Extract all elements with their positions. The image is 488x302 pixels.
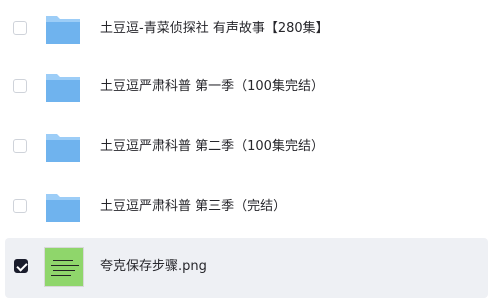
- folder-icon: [46, 16, 80, 44]
- check-icon: [15, 259, 28, 272]
- row-checkbox[interactable]: [13, 199, 27, 213]
- image-thumbnail-icon: [44, 247, 84, 287]
- folder-icon: [46, 74, 80, 102]
- file-row[interactable]: 土豆逗严肃科普 第一季（100集完结）: [0, 58, 488, 118]
- folder-icon: [46, 134, 80, 162]
- file-name[interactable]: 夸克保存步骤.png: [100, 257, 207, 277]
- file-name[interactable]: 土豆逗严肃科普 第二季（100集完结）: [100, 137, 324, 157]
- file-name[interactable]: 土豆逗-青菜侦探社 有声故事【280集】: [100, 19, 329, 39]
- file-row-selected[interactable]: 夸克保存步骤.png: [5, 238, 488, 298]
- folder-icon: [46, 194, 80, 222]
- file-name[interactable]: 土豆逗严肃科普 第一季（100集完结）: [100, 77, 324, 97]
- file-row[interactable]: 土豆逗严肃科普 第二季（100集完结）: [0, 118, 488, 178]
- file-name[interactable]: 土豆逗严肃科普 第三季（完结）: [100, 197, 286, 217]
- row-checkbox[interactable]: [13, 139, 27, 153]
- file-list: 土豆逗-青菜侦探社 有声故事【280集】 土豆逗严肃科普 第一季（100集完结）…: [0, 0, 488, 302]
- file-row[interactable]: 土豆逗-青菜侦探社 有声故事【280集】: [0, 0, 488, 60]
- row-checkbox[interactable]: [13, 21, 27, 35]
- row-checkbox-checked[interactable]: [14, 259, 28, 273]
- row-checkbox[interactable]: [13, 79, 27, 93]
- file-row[interactable]: 土豆逗严肃科普 第三季（完结）: [0, 178, 488, 238]
